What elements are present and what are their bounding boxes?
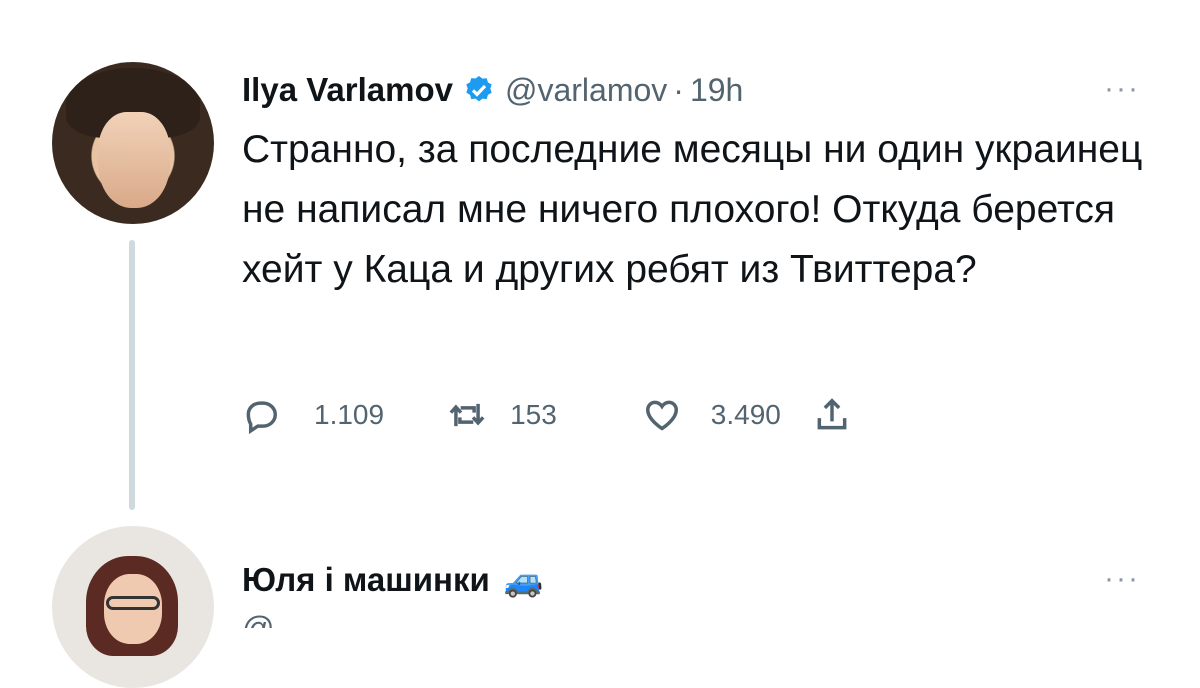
share-icon	[817, 398, 847, 430]
tweet-time[interactable]: 19h	[690, 72, 743, 109]
thread-connector-line	[129, 240, 135, 510]
verified-badge-icon	[466, 76, 492, 102]
like-button[interactable]: 3.490	[643, 396, 781, 434]
reply-button[interactable]: 1.109	[242, 396, 384, 434]
avatar-glasses	[106, 596, 160, 610]
reply-author-handle[interactable]: @...	[242, 610, 301, 628]
like-count: 3.490	[710, 399, 781, 430]
author-name[interactable]: Ilya Varlamov	[242, 71, 453, 109]
reply-header: Юля і машинки 🚙	[242, 552, 544, 608]
reply-count: 1.109	[314, 399, 385, 430]
more-options-icon[interactable]: ···	[1104, 72, 1140, 106]
tweet-text: Странно, за последние месяцы ни один укр…	[242, 128, 1143, 291]
retweet-icon	[449, 403, 485, 427]
tweet-header: Ilya Varlamov @varlamov · 19h	[242, 62, 743, 118]
reply-author-name[interactable]: Юля і машинки	[242, 561, 490, 599]
reply-more-options-icon[interactable]: ···	[1104, 562, 1140, 596]
author-handle[interactable]: @varlamov	[505, 72, 667, 109]
retweet-count: 153	[510, 399, 557, 430]
reply-author-avatar[interactable]	[52, 526, 214, 688]
heart-icon	[645, 400, 678, 431]
author-avatar[interactable]	[52, 62, 214, 224]
reply-icon	[246, 401, 277, 434]
avatar-face	[98, 112, 170, 208]
share-button[interactable]	[813, 396, 851, 434]
separator-dot: ·	[673, 71, 684, 108]
retweet-button[interactable]: 153	[448, 396, 557, 434]
car-emoji-icon: 🚙	[503, 562, 544, 598]
tweet-actions: 1.109 153 3.490	[242, 392, 851, 438]
